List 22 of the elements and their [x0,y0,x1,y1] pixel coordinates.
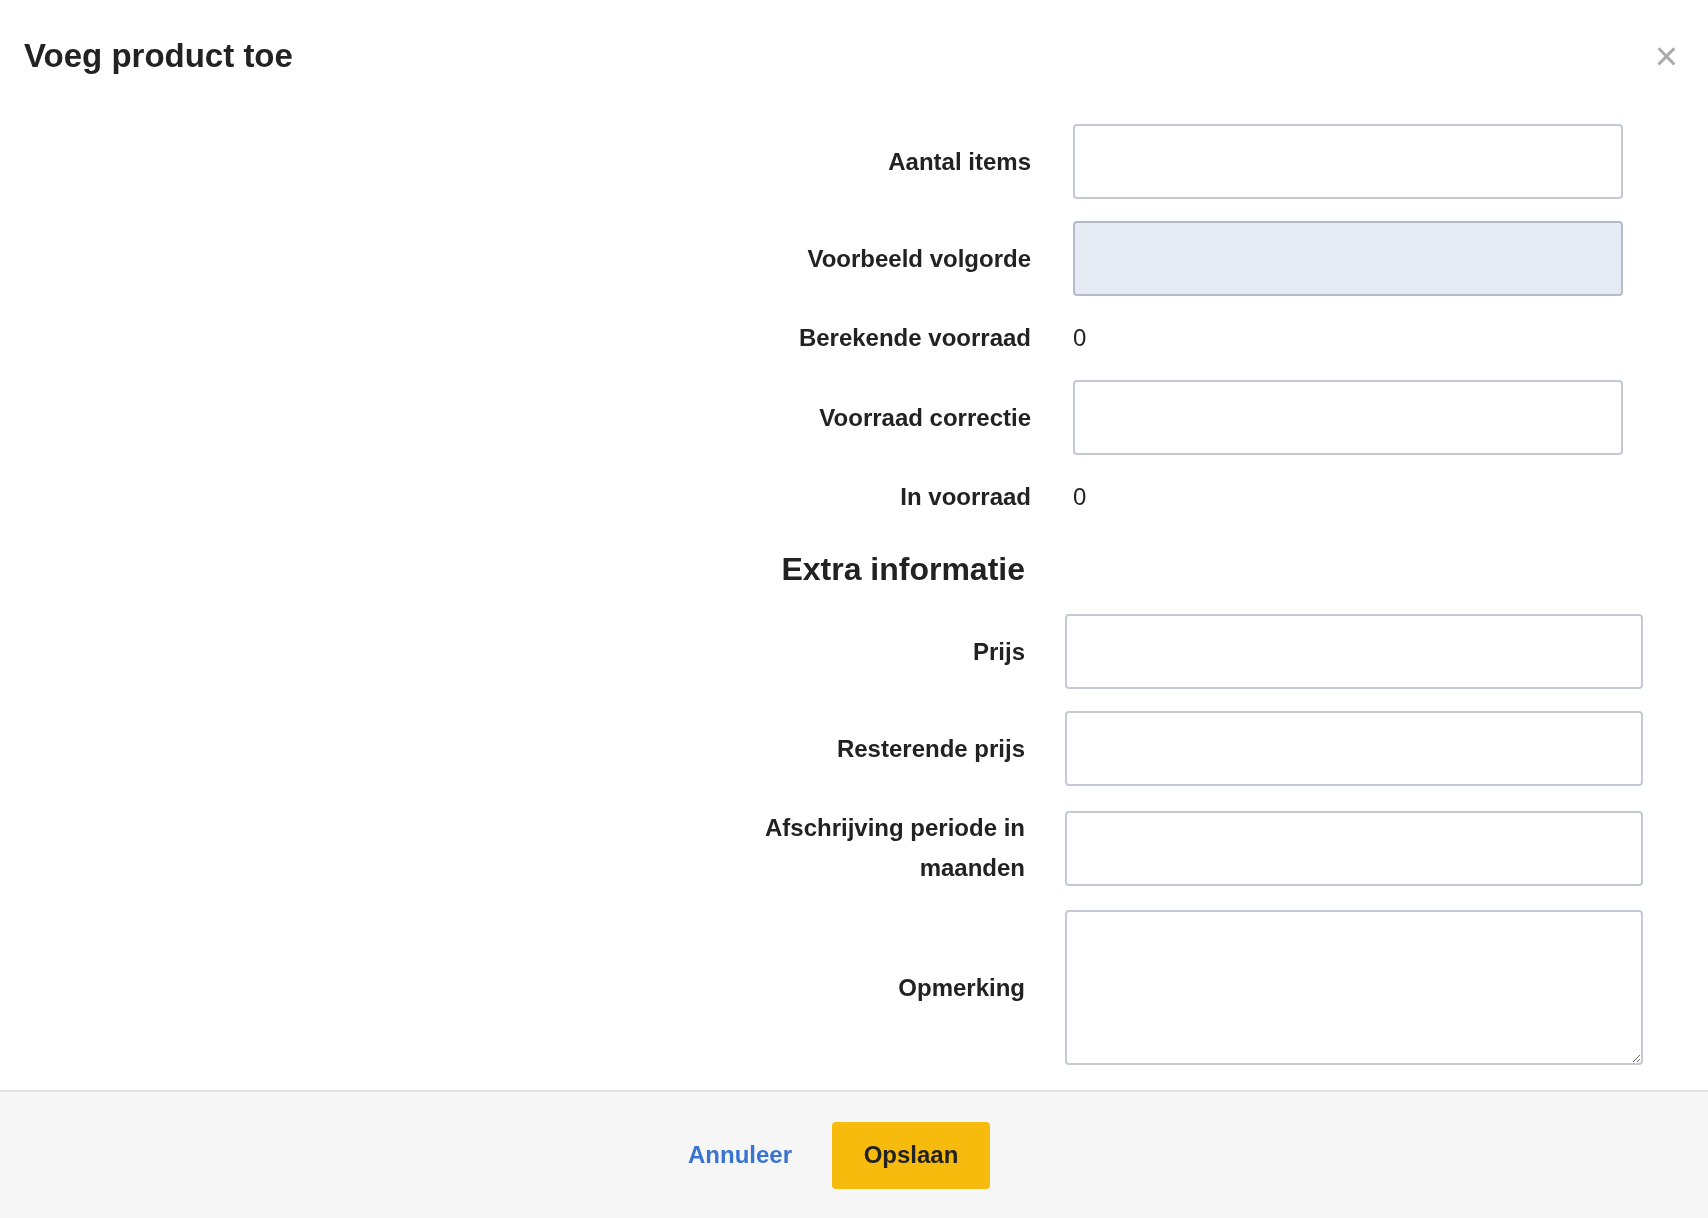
textarea-field[interactable] [1065,910,1643,1065]
field-label: Resterende prijs [836,733,1025,764]
field-label: In voorraad [900,482,1031,512]
field-value: 0 [1073,323,1088,353]
field-label: Prijs [972,636,1025,667]
cancel-link[interactable]: Annuleer [688,1141,792,1169]
input-field[interactable] [1065,711,1643,786]
input-field[interactable] [1073,380,1623,455]
field-label: Voorbeeld volgorde [807,243,1031,274]
field-label: Voorraad correctie [819,402,1031,433]
field-label: Afschrijving periode in maanden [763,813,1025,883]
field-label: Opmerking [898,972,1025,1003]
input-field[interactable] [1065,614,1643,689]
field-label: Aantal items [888,146,1031,177]
field-label: Berekende voorraad [798,323,1031,353]
input-field[interactable] [1073,124,1623,199]
save-button[interactable]: Opslaan [832,1121,990,1189]
section-heading: Extra informatie [781,551,1025,588]
close-button[interactable]: × [1650,36,1682,76]
field-value: 0 [1073,482,1088,512]
input-field[interactable] [1065,810,1643,886]
dialog-title: Voeg product toe [24,37,293,75]
